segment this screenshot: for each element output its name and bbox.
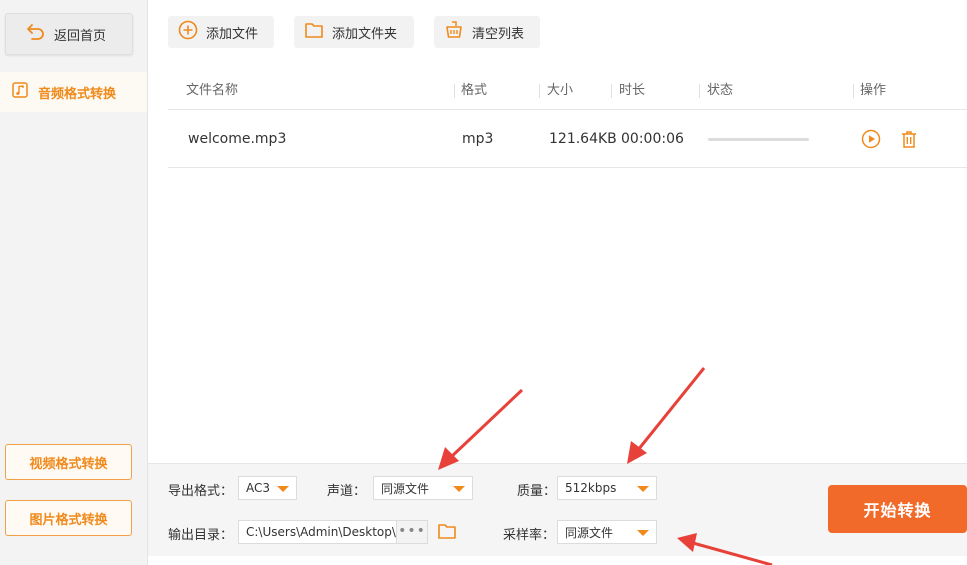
trash-icon[interactable] — [899, 129, 919, 149]
arrow-to-quality — [627, 367, 706, 464]
column-header-format: 格式 — [461, 83, 488, 98]
chevron-down-icon — [637, 530, 649, 536]
home-button[interactable]: 返回首页 — [5, 13, 133, 55]
video-convert-button[interactable]: 视频格式转换 — [5, 444, 132, 480]
arrow-to-channel — [438, 388, 524, 470]
column-header-actions: 操作 — [860, 83, 887, 98]
column-header-size: 大小 — [547, 83, 574, 98]
clear-list-label: 清空列表 — [472, 26, 525, 42]
column-separator — [539, 84, 540, 98]
add-file-label: 添加文件 — [206, 26, 259, 42]
output-dir-label: 输出目录： — [168, 528, 234, 543]
back-arrow-icon — [26, 23, 46, 45]
channel-label: 声道： — [327, 484, 367, 499]
column-separator — [853, 84, 854, 98]
add-file-button[interactable]: 添加文件 — [168, 16, 274, 48]
sidebar-item-audio-convert[interactable]: 音频格式转换 — [0, 72, 147, 112]
quality-select[interactable]: 512kbps — [557, 476, 657, 500]
sample-rate-value: 同源文件 — [565, 525, 614, 540]
file-name: welcome.mp3 — [188, 131, 287, 147]
export-format-label: 导出格式： — [168, 484, 234, 499]
column-header-duration: 时长 — [619, 83, 646, 98]
music-note-icon — [12, 82, 28, 102]
chevron-down-icon — [453, 486, 465, 492]
file-duration: 00:00:06 — [621, 131, 684, 147]
column-header-name: 文件名称 — [186, 83, 239, 98]
add-folder-label: 添加文件夹 — [332, 26, 398, 42]
column-header-status: 状态 — [707, 83, 734, 98]
sidebar-item-label: 音频格式转换 — [38, 86, 117, 102]
plus-circle-icon — [178, 20, 198, 44]
sidebar: 返回首页 音频格式转换 视频格式转换 图片格式转换 — [0, 0, 148, 565]
file-format: mp3 — [462, 131, 494, 147]
chevron-down-icon — [637, 486, 649, 492]
start-convert-button[interactable]: 开始转换 — [828, 485, 967, 533]
clear-list-button[interactable]: 清空列表 — [434, 16, 540, 48]
file-size: 121.64KB — [549, 131, 617, 147]
quality-label: 质量： — [517, 484, 557, 499]
basket-icon — [444, 20, 464, 44]
chevron-down-icon — [277, 486, 289, 492]
open-folder-icon[interactable] — [437, 521, 457, 545]
quality-value: 512kbps — [565, 481, 617, 495]
channel-select[interactable]: 同源文件 — [373, 476, 473, 500]
conversion-progress-bar — [708, 138, 809, 141]
export-format-select[interactable]: AC3 — [238, 476, 297, 500]
add-folder-button[interactable]: 添加文件夹 — [294, 16, 414, 48]
output-dir-field[interactable]: C:\Users\Admin\Desktop\ — [238, 520, 397, 544]
browse-button[interactable]: ••• — [397, 520, 428, 544]
export-format-value: AC3 — [246, 481, 271, 495]
column-separator — [699, 84, 700, 98]
table-row[interactable]: welcome.mp3 mp3 121.64KB 00:00:06 — [168, 110, 967, 168]
folder-icon — [304, 20, 324, 44]
column-separator — [454, 84, 455, 98]
sample-rate-label: 采样率： — [503, 528, 556, 543]
column-separator — [611, 84, 612, 98]
home-button-label: 返回首页 — [54, 28, 107, 44]
channel-value: 同源文件 — [381, 481, 430, 496]
file-table-header: 文件名称 格式 大小 时长 状态 操作 — [168, 72, 967, 110]
image-convert-button[interactable]: 图片格式转换 — [5, 500, 132, 536]
play-icon[interactable] — [861, 129, 881, 149]
sample-rate-select[interactable]: 同源文件 — [557, 520, 657, 544]
